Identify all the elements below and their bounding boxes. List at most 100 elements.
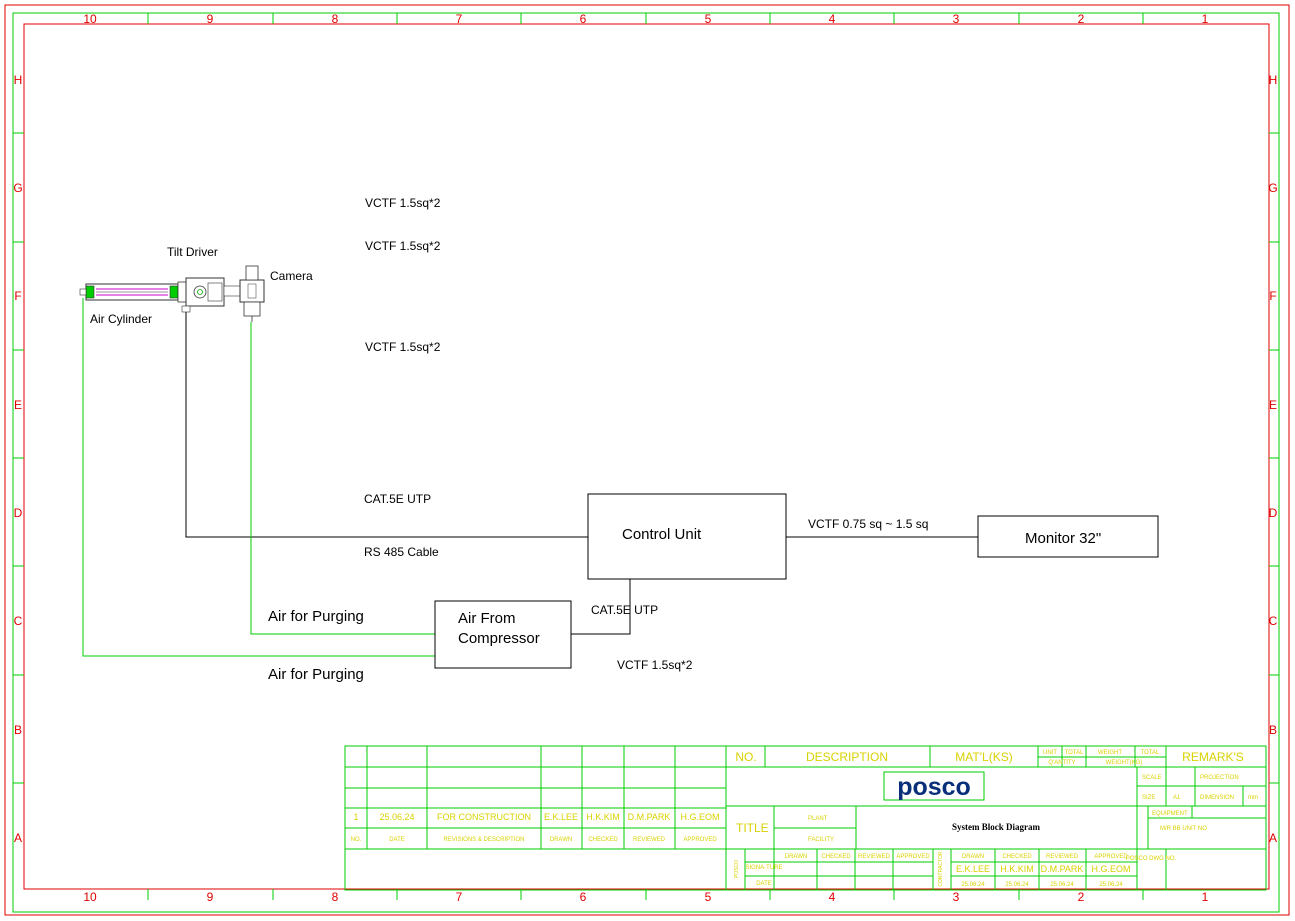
- row-label: G: [1268, 181, 1277, 195]
- rev-header-checked: CHECKED: [588, 837, 618, 843]
- row-label: F: [1269, 289, 1276, 303]
- rev-header-reviewed: REVIEWED: [633, 837, 666, 843]
- rev-header-no: NO.: [351, 837, 362, 843]
- cable-label: VCTF 0.75 sq ~ 1.5 sq: [808, 517, 928, 531]
- cable-label: RS 485 Cable: [364, 545, 439, 559]
- parts-material: MAT'L(KS): [955, 750, 1012, 764]
- col-label: 2: [1078, 12, 1085, 26]
- row-label: C: [1269, 614, 1278, 628]
- cable-label: VCTF 1.5sq*2: [365, 239, 441, 253]
- col-label: 6: [580, 890, 587, 904]
- contractor-date-checked: 25.06.24: [1005, 882, 1029, 888]
- contractor-header-drawn: DRAWN: [962, 854, 984, 860]
- row-label: F: [14, 289, 21, 303]
- projection-label: PROJECTION: [1200, 775, 1239, 781]
- contractor-approved: H.G.EOM: [1091, 864, 1130, 874]
- col-label: 4: [829, 12, 836, 26]
- posco-logo: posco: [883, 771, 985, 801]
- air-cylinder-label: Air Cylinder: [90, 312, 152, 326]
- parts-weight: WEIGHT: [1098, 750, 1122, 756]
- compressor-label-line1: Air From: [458, 610, 516, 627]
- parts-quantity: Q'ANTITY: [1048, 760, 1075, 766]
- parts-unit: UNIT: [1043, 750, 1057, 756]
- contractor-checked: H.K.KIM: [1000, 864, 1034, 874]
- rev-drawn: E.K.LEE: [544, 812, 578, 822]
- sign-header-reviewed: REVIEWED: [858, 854, 891, 860]
- equipment-label: EQUIPMENT: [1152, 811, 1188, 817]
- contractor-vertical-label: CONTRACTOR: [938, 851, 944, 887]
- drawing-sheet: 10 9 8 7 6 5 4 3 2 1 10 9 8 7 6 5 4 3 2 …: [4, 4, 1290, 916]
- col-label: 2: [1078, 890, 1085, 904]
- parts-total2: TOTAL: [1141, 750, 1160, 756]
- posco-dwg-label: POSCO DWG NO.: [1126, 856, 1177, 862]
- parts-weight-kg: WEIGHT(KG): [1106, 760, 1143, 766]
- col-label: 9: [207, 12, 214, 26]
- monitor-label: Monitor 32": [1025, 530, 1101, 547]
- rev-header-drawn: DRAWN: [550, 837, 572, 843]
- plant-label: PLANT: [808, 816, 828, 822]
- row-label: B: [1269, 723, 1277, 737]
- row-label: B: [14, 723, 22, 737]
- row-label: C: [14, 614, 23, 628]
- posco-vertical-label: POSCO: [734, 860, 740, 878]
- rev-date: 25.06.24: [379, 812, 414, 822]
- camera-label: Camera: [270, 269, 313, 283]
- col-label: 3: [953, 12, 960, 26]
- cable-label: VCTF 1.5sq*2: [365, 340, 441, 354]
- sign-header-drawn: DRAWN: [785, 854, 807, 860]
- row-label: A: [14, 831, 22, 845]
- signature-label: SIGNA-TURE: [745, 865, 782, 871]
- parts-description: DESCRIPTION: [806, 750, 888, 764]
- col-label: 4: [829, 890, 836, 904]
- compressor-label-line2: Compressor: [458, 630, 540, 647]
- outer-frame: [4, 4, 1290, 916]
- revision-headers: NO. DATE REVISIONS & DESCRIPTION DRAWN C…: [351, 837, 718, 843]
- contractor-date-approved: 25.06.24: [1099, 882, 1123, 888]
- cable-label: VCTF 1.5sq*2: [617, 658, 693, 672]
- col-label: 7: [456, 12, 463, 26]
- cable-label: CAT.5E UTP: [364, 492, 431, 506]
- sheet-info: SCALE PROJECTION SIZE A1 DIMENSION mm: [1142, 775, 1258, 801]
- col-label: 10: [83, 890, 97, 904]
- col-label: 10: [83, 12, 97, 26]
- col-label: 5: [705, 12, 712, 26]
- title-label: TITLE: [736, 821, 769, 835]
- row-label: H: [14, 73, 23, 87]
- tilt-driver-label: Tilt Driver: [167, 245, 218, 259]
- rev-description: FOR CONSTRUCTION: [437, 812, 531, 822]
- green-frame: [12, 12, 1280, 913]
- rev-header-description: REVISIONS & DESCRIPTION: [443, 837, 524, 843]
- rev-header-date: DATE: [389, 837, 405, 843]
- rev-reviewed: D.M.PARK: [628, 812, 671, 822]
- dimension-label: DIMENSION: [1200, 795, 1234, 801]
- row-label: D: [1269, 506, 1278, 520]
- rev-checked: H.K.KIM: [586, 812, 620, 822]
- camera-graphic: [239, 265, 265, 322]
- contractor-header-checked: CHECKED: [1002, 854, 1032, 860]
- parts-remarks: REMARK'S: [1182, 750, 1244, 764]
- contractor-header-reviewed: REVIEWED: [1046, 854, 1079, 860]
- rev-header-approved: APPROVED: [683, 837, 717, 843]
- size-label: SIZE: [1142, 795, 1155, 801]
- revision-row: 1 25.06.24 FOR CONSTRUCTION E.K.LEE H.K.…: [353, 812, 719, 822]
- sign-date-label: DATE: [756, 881, 772, 887]
- row-label: D: [14, 506, 23, 520]
- contractor-reviewed: D.M.PARK: [1041, 864, 1084, 874]
- air-cylinder-graphic: [79, 283, 179, 301]
- col-label: 8: [332, 12, 339, 26]
- air-purging-label: Air for Purging: [268, 666, 364, 683]
- cable-label: VCTF 1.5sq*2: [365, 196, 441, 210]
- control-unit-label: Control Unit: [622, 526, 702, 543]
- inner-frame: [23, 23, 1270, 890]
- row-label: A: [1269, 831, 1277, 845]
- contractor-header-approved: APPROVED: [1094, 854, 1128, 860]
- row-label: G: [13, 181, 22, 195]
- col-label: 8: [332, 890, 339, 904]
- row-label: E: [1269, 398, 1277, 412]
- contractor-dates: 25.06.24 25.06.24 25.06.24 25.06.24: [961, 882, 1123, 888]
- tilt-driver-graphic: [177, 277, 241, 313]
- col-label: 6: [580, 12, 587, 26]
- air-purging-label: Air for Purging: [268, 608, 364, 625]
- drawing-title: System Block Diagram: [952, 822, 1040, 832]
- contractor-drawn: E.K.LEE: [956, 864, 990, 874]
